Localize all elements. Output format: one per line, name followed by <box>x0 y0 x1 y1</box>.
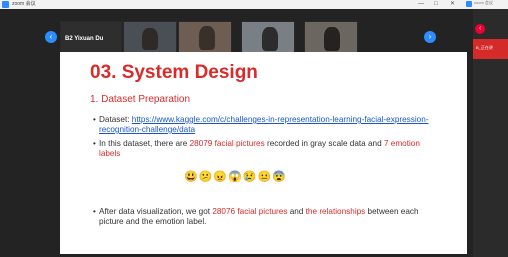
minimize-button[interactable]: — <box>418 0 424 9</box>
highlight-relationships: the relationships <box>305 207 366 216</box>
bullet-text: Dataset: <box>99 115 132 124</box>
speaker-label: B_正在讲 <box>476 45 493 50</box>
bullet-dot: • <box>93 139 96 148</box>
emotion-emoji-row: 😃😕😠😱😢😐😨 <box>184 171 287 183</box>
second-window-title: zoom 会议 <box>466 0 506 8</box>
shared-slide: 03. System Design 1. Dataset Preparation… <box>60 52 467 254</box>
slide-subtitle: 1. Dataset Preparation <box>90 94 191 105</box>
bullet-text: and <box>287 207 306 216</box>
maximize-button[interactable]: □ <box>434 0 438 9</box>
highlight-count: 28079 facial pictures <box>189 139 265 148</box>
highlight-count: 28076 facial pictures <box>212 207 288 216</box>
bullet-dot: • <box>93 207 96 216</box>
zoom-app-icon <box>466 1 472 7</box>
bullet-visualization: • After data visualization, we got 28076… <box>93 207 429 227</box>
bullet-dataset: • Dataset: https://www.kaggle.com/c/chal… <box>93 115 429 135</box>
gallery-next-button[interactable]: › <box>424 31 436 43</box>
participant-name: B2 Yixuan Du <box>65 36 104 42</box>
zoom-app-icon <box>2 1 9 8</box>
gallery-prev-button[interactable]: ‹ <box>45 31 57 43</box>
bullet-dot: • <box>93 115 96 124</box>
bullet-text: In this dataset, there are <box>99 139 190 148</box>
close-button[interactable]: ✕ <box>450 0 455 9</box>
slide-title: 03. System Design <box>90 62 258 83</box>
bullet-text: After data visualization, we got <box>99 207 213 216</box>
active-speaker-tile[interactable]: B_正在讲 <box>473 39 508 59</box>
gallery-prev-button[interactable]: ‹ <box>475 24 485 34</box>
dataset-link[interactable]: https://www.kaggle.com/c/challenges-in-r… <box>99 115 429 134</box>
second-meeting-window: ‹ B_正在讲 <box>473 9 508 257</box>
bullet-text: recorded in gray scale data and <box>264 139 384 148</box>
window-title: zoom 会议 <box>12 1 36 7</box>
second-window-label: zoom 会议 <box>474 0 493 5</box>
bullet-dataset-info: • In this dataset, there are 28079 facia… <box>93 139 429 159</box>
